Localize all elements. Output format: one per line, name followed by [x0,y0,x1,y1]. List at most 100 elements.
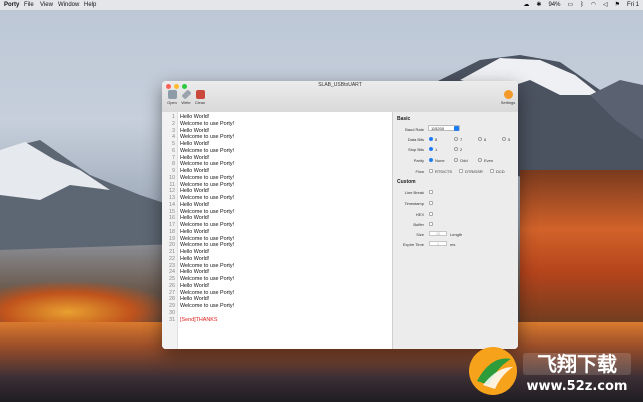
menu-view[interactable]: View [40,0,53,10]
parity-odd-radio[interactable] [454,158,458,162]
size-input[interactable]: 10 [429,231,447,236]
gear-icon [503,90,513,99]
line-number: 31 [169,316,175,323]
line-number: 6 [172,147,175,154]
line-number: 8 [172,161,175,168]
menu-app-porty[interactable]: Porty [4,0,19,10]
menu-file[interactable]: File [24,0,34,10]
console-line: Welcome to use Porty! [180,181,235,188]
console-line: Welcome to use Porty! [180,262,235,269]
expire-time-input[interactable]: 1 [429,241,447,246]
console-line: Hello World! [180,141,210,147]
menu-help[interactable]: Help [84,0,96,10]
volume-icon[interactable]: ◁ [603,0,608,10]
stop-bits-1-radio[interactable] [429,147,433,151]
line-number: 11 [169,181,175,188]
console-line: Hello World! [180,228,210,235]
bluetooth-icon[interactable]: ✱ [536,0,541,10]
console-line: Hello World! [180,114,210,120]
console-line: Welcome to use Porty! [180,161,235,168]
console-line: Hello World! [180,255,210,262]
line-number: 23 [169,262,175,269]
timestamp-checkbox[interactable] [429,201,433,205]
menubar-clock[interactable]: Fri 1 [627,0,639,10]
line-number: 10 [169,174,175,181]
play-icon [167,90,177,99]
line-number: 21 [169,249,175,255]
console-line: Hello World! [180,282,210,289]
bluetooth-status-icon[interactable]: ᛒ [580,0,584,10]
console-line: Hello World! [180,296,210,303]
hex-checkbox[interactable] [429,212,433,216]
svg-text:www.52z.com: www.52z.com [527,379,628,394]
line-number: 17 [169,222,175,228]
open-button[interactable]: Open [165,90,179,105]
flow-dtr-dsr-checkbox[interactable] [459,169,463,173]
flag-icon[interactable]: ⚑ [615,0,620,10]
console-line: Welcome to use Porty! [180,289,235,296]
line-break-label: Line Break [404,190,424,195]
write-button[interactable]: Write [179,89,193,105]
parity-odd-label: Odd [460,158,468,163]
settings-button[interactable]: Settings [499,90,517,105]
data-bits-8-radio[interactable] [429,137,433,141]
flow-label: Flow [415,169,424,174]
baud-rate-label: Baud Rate [405,127,424,132]
console-line: Hello World! [180,269,210,276]
line-number: 15 [169,208,175,215]
data-bits-6-radio[interactable] [478,137,482,141]
line-number: 26 [169,282,175,289]
parity-none-radio[interactable] [429,158,433,162]
parity-even-radio[interactable] [478,158,482,162]
stop-bits-2-label: 2 [460,147,463,152]
flow-dcd-label: DCD [496,169,505,174]
open-label: Open [167,100,177,105]
battery-icon[interactable]: ▭ [567,0,573,10]
line-number: 27 [169,289,175,296]
settings-label: Settings [500,100,516,105]
console-line: Welcome to use Porty! [180,195,235,201]
line-number: 22 [169,255,175,262]
clean-label: Clean [194,100,206,105]
console-line: Welcome to use Porty! [180,242,235,249]
line-number: 30 [169,309,175,316]
flow-rts-cts-label: RTS/CTS [435,169,453,174]
battery-percent[interactable]: 94% [548,0,560,10]
autumn-trees-right [520,170,643,340]
clean-button[interactable]: Clean [193,90,207,105]
data-bits-5-radio[interactable] [502,137,506,141]
menu-window[interactable]: Window [58,0,79,10]
size-unit-label: Length [450,232,463,237]
console-line: Welcome to use Porty! [180,208,235,215]
baud-rate-select[interactable]: 115200 [428,125,460,131]
pencil-icon [180,89,192,100]
line-number: 25 [169,276,175,282]
line-break-checkbox[interactable] [429,190,433,194]
line-number: 19 [169,235,175,242]
cloud-icon[interactable]: ☁ [523,0,529,10]
console-line: Hello World! [180,154,210,161]
window-titlebar: SLAB_USBtoUART Open Write Clean Settings [162,81,518,113]
chevron-down-icon [454,126,459,131]
buffer-checkbox[interactable] [429,222,433,226]
line-number: 9 [172,168,175,174]
flow-rts-cts-checkbox[interactable] [429,169,433,173]
stop-bits-2-radio[interactable] [454,147,458,151]
line-number: 28 [169,296,175,303]
baud-rate-value: 115200 [431,126,445,131]
hex-label: HEX [415,212,424,217]
flow-dtr-dsr-label: DTR/DSR [465,169,483,174]
porty-window: SLAB_USBtoUART Open Write Clean Settings… [162,81,518,349]
data-bits-7-radio[interactable] [454,137,458,141]
line-number: 20 [169,242,175,249]
line-number: 14 [169,201,175,208]
console-editor[interactable]: 1 2 3 4 5 6 7 8 9 10 11 12 13 14 15 16 17 18 19 20 21 22 23 24 2… [162,112,393,349]
settings-panel: Basic Baud Rate 115200 Data Bits 8 7 6 5… [393,112,518,349]
parity-label: Parity [413,158,424,163]
wifi-icon[interactable]: ◠ [591,0,596,10]
expire-time-unit-label: ms [450,242,456,247]
timestamp-label: Timestamp [404,201,424,206]
console-line: Welcome to use Porty! [180,222,235,228]
flow-dcd-checkbox[interactable] [490,169,494,173]
stop-bits-label: Stop Bits [407,147,424,152]
